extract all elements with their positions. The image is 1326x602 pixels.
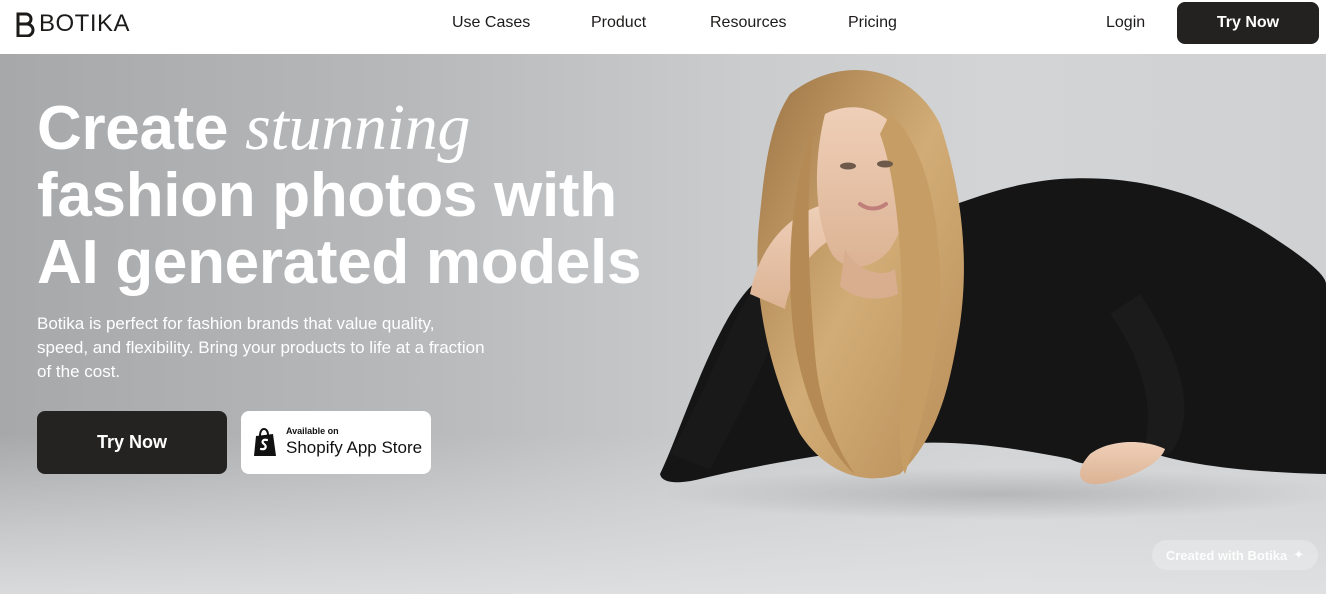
nav-pricing[interactable]: Pricing	[848, 13, 897, 33]
site-header: BOTIKA Use Cases Product Resources Prici…	[0, 0, 1326, 54]
shopify-bag-icon	[254, 427, 276, 456]
hero-headline: Create stunning fashion photos with AI g…	[37, 94, 677, 296]
shopify-available-label: Available on	[286, 426, 339, 436]
sparkle-icon: ✦	[1293, 547, 1305, 562]
hero-section: Create stunning fashion photos with AI g…	[0, 54, 1326, 594]
headline-line-2: fashion photos with	[37, 161, 617, 230]
page-bottom-edge	[0, 594, 1326, 602]
nav-use-cases[interactable]: Use Cases	[452, 13, 530, 33]
hero-subcopy: Botika is perfect for fashion brands tha…	[37, 314, 485, 381]
nav-resources[interactable]: Resources	[710, 13, 786, 33]
fashion-model-image	[660, 70, 1326, 520]
headline-word-create: Create	[37, 94, 229, 163]
shopify-store-label: Shopify App Store	[286, 438, 423, 457]
headline-accent: stunning	[245, 91, 471, 164]
hero-try-now-button[interactable]: Try Now	[37, 411, 227, 474]
shopify-app-store-button[interactable]: Available on Shopify App Store	[241, 411, 431, 474]
nav-product[interactable]: Product	[591, 13, 646, 33]
watermark-text: Created with Botika	[1165, 547, 1288, 563]
header-try-now-button[interactable]: Try Now	[1177, 2, 1319, 44]
main-nav: Use Cases Product Resources Pricing Logi…	[0, 0, 1326, 46]
login-link[interactable]: Login	[1106, 13, 1145, 33]
created-with-badge: Created with Botika ✦	[1152, 540, 1318, 570]
headline-line-3: AI generated models	[37, 228, 642, 297]
